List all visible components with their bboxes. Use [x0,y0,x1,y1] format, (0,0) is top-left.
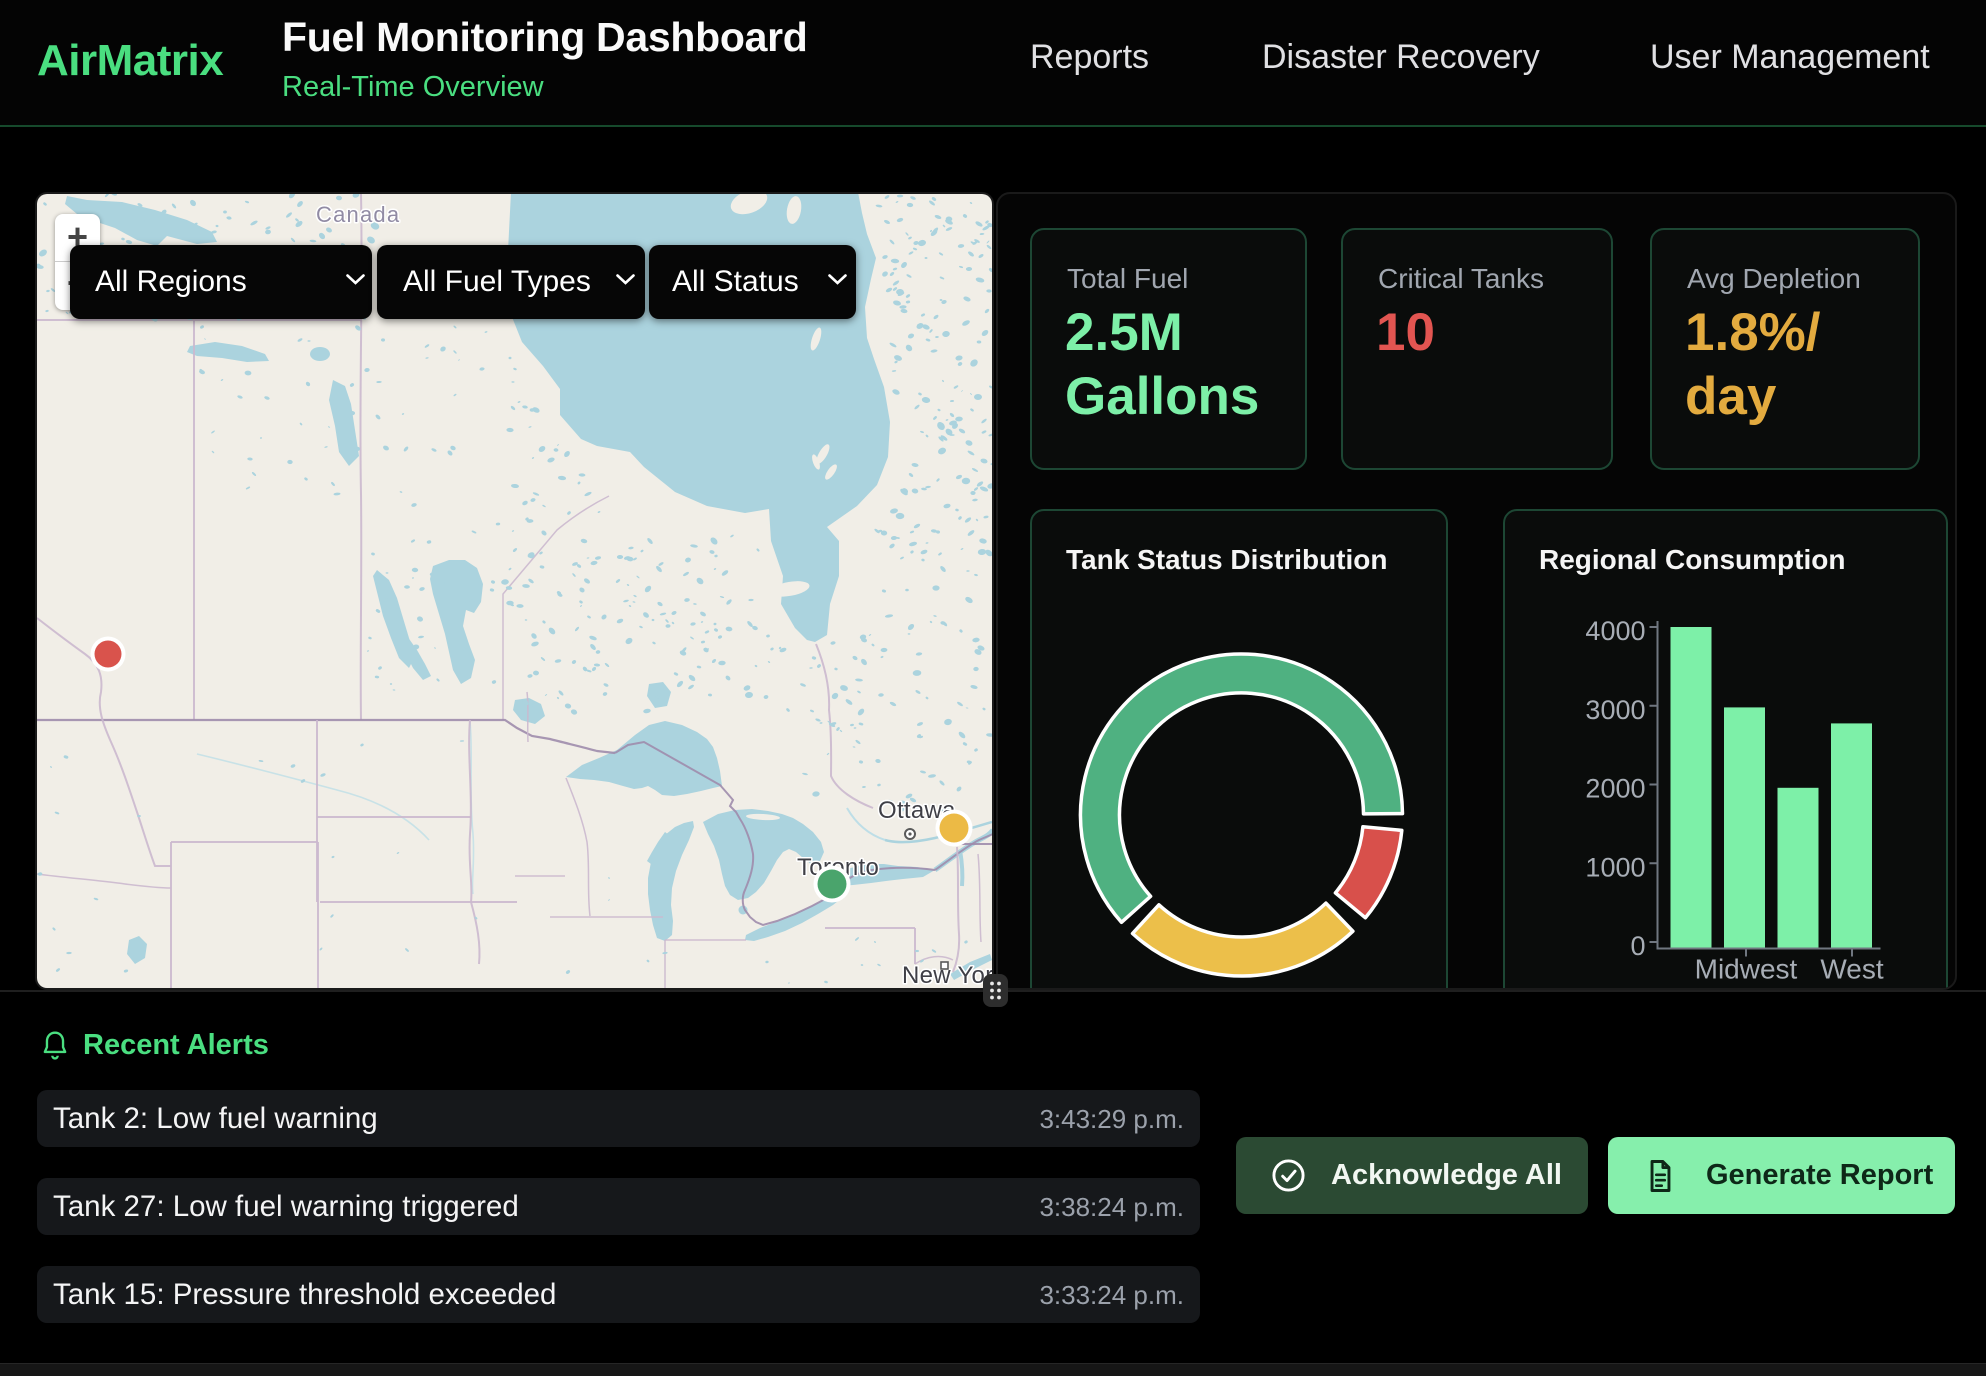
svg-text:4000: 4000 [1585,616,1645,646]
svg-text:2000: 2000 [1585,774,1645,804]
svg-text:1000: 1000 [1585,852,1645,882]
svg-text:West: West [1820,954,1883,985]
svg-text:3000: 3000 [1585,695,1645,725]
svg-text:0: 0 [1630,931,1645,961]
svg-text:Canada: Canada [316,202,400,227]
svg-text:Midwest: Midwest [1695,954,1798,985]
